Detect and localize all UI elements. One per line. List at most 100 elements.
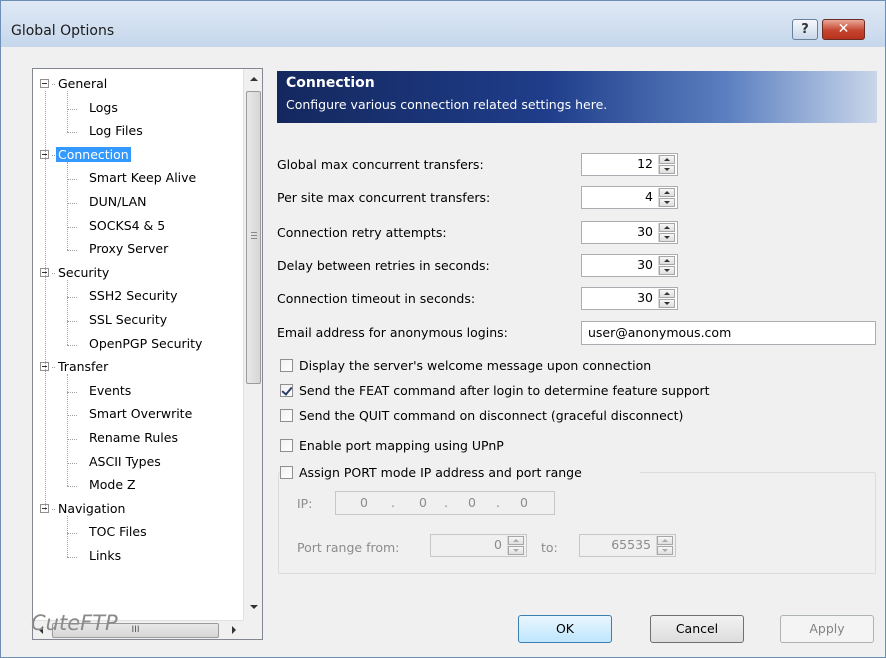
tree-item[interactable]: Smart Overwrite (67, 404, 194, 426)
checkbox-icon[interactable] (280, 439, 293, 452)
spin-down-icon[interactable] (659, 165, 675, 174)
welcome-message-label[interactable]: Display the server's welcome message upo… (299, 356, 651, 376)
spin-up-icon[interactable] (657, 536, 673, 545)
checkbox-icon[interactable] (280, 384, 293, 397)
port-mode-label[interactable]: Assign PORT mode IP address and port ran… (299, 463, 582, 483)
tree-item[interactable]: Log Files (67, 121, 145, 143)
tree-item-label[interactable]: Log Files (87, 123, 145, 138)
tree-item[interactable]: Security (40, 263, 111, 285)
tree-item-label[interactable]: Navigation (56, 501, 127, 516)
tree-item-label[interactable]: Connection (56, 146, 131, 162)
spin-up-icon[interactable] (659, 223, 675, 232)
cancel-button[interactable]: Cancel (650, 615, 744, 643)
tree-item-label[interactable]: Links (87, 548, 123, 563)
spin-down-icon[interactable] (659, 266, 675, 275)
email-field[interactable]: user@anonymous.com (581, 321, 876, 345)
scroll-up-icon[interactable] (250, 77, 258, 81)
tree-item-label[interactable]: Events (87, 383, 133, 398)
title-bar[interactable]: Global Options ? ✕ (1, 1, 885, 47)
retry-value[interactable]: 30 (637, 224, 653, 239)
spin-down-icon[interactable] (659, 299, 675, 308)
tree-item-label[interactable]: Smart Overwrite (87, 406, 194, 421)
tree-item-label[interactable]: SOCKS4 & 5 (87, 218, 167, 233)
tree-vertical-scrollbar[interactable] (243, 69, 262, 620)
tree-item[interactable]: General (40, 74, 109, 96)
tree-item[interactable]: OpenPGP Security (67, 334, 204, 356)
tree-item-label[interactable]: OpenPGP Security (87, 336, 204, 351)
timeout-value[interactable]: 30 (637, 290, 653, 305)
tree-item-label[interactable]: ASCII Types (87, 454, 163, 469)
tree-item-label[interactable]: SSL Security (87, 312, 169, 327)
ip-address-field[interactable]: 0 . 0 . 0 . 0 (335, 491, 555, 515)
ip-octet-3[interactable]: 0 (468, 492, 476, 514)
tree-item[interactable]: Logs (67, 98, 120, 120)
retry-stepper[interactable]: 30 (581, 221, 678, 244)
tree-item[interactable]: Rename Rules (67, 428, 180, 450)
ip-octet-4[interactable]: 0 (520, 492, 528, 514)
scroll-down-icon[interactable] (250, 605, 258, 609)
tree-item[interactable]: TOC Files (67, 522, 149, 544)
spin-up-icon[interactable] (659, 289, 675, 298)
tree-item-label[interactable]: TOC Files (87, 524, 149, 539)
tree-vertical-scroll-thumb[interactable] (246, 91, 261, 384)
upnp-label[interactable]: Enable port mapping using UPnP (299, 436, 504, 456)
spin-up-icon[interactable] (659, 155, 675, 164)
tree-item[interactable]: Mode Z (67, 475, 138, 497)
tree-connector (45, 91, 46, 510)
scroll-right-icon[interactable] (232, 626, 236, 634)
tree-item-label[interactable]: Smart Keep Alive (87, 170, 198, 185)
tree-item[interactable]: ASCII Types (67, 452, 163, 474)
port-range-from-value[interactable]: 0 (494, 537, 502, 552)
per-site-stepper[interactable]: 4 (581, 186, 678, 209)
tree-item[interactable]: SSL Security (67, 310, 169, 332)
tree-item[interactable]: Navigation (40, 499, 127, 521)
tree-item[interactable]: Proxy Server (67, 239, 170, 261)
help-button[interactable]: ? (792, 19, 818, 40)
tree-item[interactable]: Transfer (40, 357, 110, 379)
tree-item-label[interactable]: Transfer (56, 359, 110, 374)
checkbox-icon[interactable] (280, 409, 293, 422)
tree-item[interactable]: DUN/LAN (67, 192, 149, 214)
spin-up-icon[interactable] (659, 256, 675, 265)
checkbox-icon[interactable] (280, 466, 293, 479)
tree-item[interactable]: Links (67, 546, 123, 568)
tree-item[interactable]: Events (67, 381, 133, 403)
port-range-to-stepper[interactable]: 65535 (579, 534, 676, 557)
port-range-from-stepper[interactable]: 0 (430, 534, 527, 557)
tree-item[interactable]: Connection (40, 145, 131, 167)
tree-item-label[interactable]: Proxy Server (87, 241, 170, 256)
spin-down-icon[interactable] (508, 546, 524, 555)
delay-value[interactable]: 30 (637, 257, 653, 272)
quit-command-label[interactable]: Send the QUIT command on disconnect (gra… (299, 406, 683, 426)
ok-button[interactable]: OK (518, 615, 612, 643)
ip-octet-1[interactable]: 0 (360, 492, 368, 514)
tree-item-label[interactable]: DUN/LAN (87, 194, 149, 209)
spin-down-icon[interactable] (657, 546, 673, 555)
feat-command-label[interactable]: Send the FEAT command after login to det… (299, 381, 710, 401)
tree-item[interactable]: Smart Keep Alive (67, 168, 198, 190)
spin-down-icon[interactable] (659, 233, 675, 242)
tree-item-label[interactable]: Logs (87, 100, 120, 115)
ip-octet-2[interactable]: 0 (419, 492, 427, 514)
tree-item[interactable]: SOCKS4 & 5 (67, 216, 167, 238)
checkbox-icon[interactable] (280, 359, 293, 372)
timeout-stepper[interactable]: 30 (581, 287, 678, 310)
tree-item-label[interactable]: General (56, 76, 109, 91)
tree-item-label[interactable]: SSH2 Security (87, 288, 180, 303)
port-mode-checkbox[interactable]: Assign PORT mode IP address and port ran… (280, 463, 640, 483)
tree-item-label[interactable]: Rename Rules (87, 430, 180, 445)
apply-button[interactable]: Apply (780, 615, 874, 643)
tree-item-label[interactable]: Mode Z (87, 477, 138, 492)
close-button[interactable]: ✕ (822, 19, 865, 40)
port-range-to-value[interactable]: 65535 (611, 537, 651, 552)
per-site-value[interactable]: 4 (645, 189, 653, 204)
spin-up-icon[interactable] (659, 188, 675, 197)
spin-up-icon[interactable] (508, 536, 524, 545)
spin-down-icon[interactable] (659, 198, 675, 207)
global-max-value[interactable]: 12 (637, 156, 653, 171)
global-max-stepper[interactable]: 12 (581, 153, 678, 176)
delay-stepper[interactable]: 30 (581, 254, 678, 277)
tree-item-label[interactable]: Security (56, 265, 111, 280)
tree-item[interactable]: SSH2 Security (67, 286, 180, 308)
collapse-icon[interactable] (40, 79, 49, 88)
